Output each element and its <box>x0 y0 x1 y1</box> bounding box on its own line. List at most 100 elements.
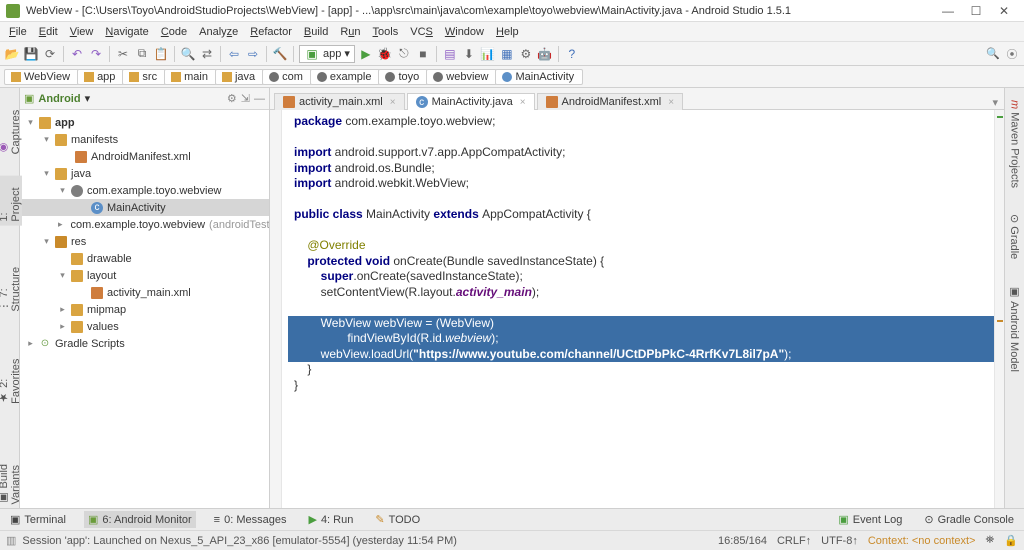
status-encoding[interactable]: UTF-8↑ <box>821 535 858 547</box>
menu-edit[interactable]: Edit <box>34 24 63 40</box>
status-inspections-icon[interactable]: ⛯ <box>985 534 994 547</box>
close-tab-icon[interactable]: × <box>390 97 396 108</box>
editor-tab-main-activity[interactable]: cMainActivity.java× <box>407 93 535 110</box>
tab-build-variants[interactable]: ▣ Build Variants <box>0 426 22 509</box>
close-button[interactable]: ✕ <box>990 4 1018 18</box>
tree-drawable[interactable]: drawable <box>20 250 269 267</box>
attach-icon[interactable]: ⎋ <box>396 46 412 62</box>
project-view-selector[interactable]: Android <box>38 93 80 105</box>
tab-maven[interactable]: m Maven Projects <box>1009 96 1021 192</box>
crumb-webview[interactable]: webview <box>426 69 497 85</box>
menu-build[interactable]: Build <box>299 24 333 40</box>
crumb-project[interactable]: WebView <box>4 69 79 85</box>
forward-icon[interactable]: ⇨ <box>245 46 261 62</box>
replace-icon[interactable]: ⇄ <box>199 46 215 62</box>
redo-icon[interactable]: ↷ <box>88 46 104 62</box>
menu-tools[interactable]: Tools <box>368 24 404 40</box>
menu-refactor[interactable]: Refactor <box>245 24 297 40</box>
editor-tab-activity-main[interactable]: activity_main.xml× <box>274 93 405 110</box>
crumb-main[interactable]: main <box>164 69 217 85</box>
menu-help[interactable]: Help <box>491 24 524 40</box>
android-icon2[interactable]: 🤖 <box>537 46 553 62</box>
status-context[interactable]: Context: <no context> <box>868 535 976 547</box>
run-icon[interactable]: ▶ <box>358 46 374 62</box>
crumb-com[interactable]: com <box>262 69 312 85</box>
tab-captures[interactable]: ◉ Captures <box>0 96 22 158</box>
tab-gradle[interactable]: ⊙ Gradle <box>1008 210 1021 263</box>
debug-icon[interactable]: 🐞 <box>377 46 393 62</box>
tree-pkg1[interactable]: ▾com.example.toyo.webview <box>20 182 269 199</box>
tree-pkg2[interactable]: ▸com.example.toyo.webview (androidTest) <box>20 216 269 233</box>
layout-icon[interactable]: ▦ <box>499 46 515 62</box>
prefs-icon[interactable]: ⦿ <box>1004 46 1020 62</box>
tree-app[interactable]: ▾app <box>20 114 269 131</box>
settings-icon[interactable]: ⚙ <box>227 92 237 105</box>
menu-vcs[interactable]: VCS <box>405 24 438 40</box>
crumb-java[interactable]: java <box>215 69 264 85</box>
menu-navigate[interactable]: Navigate <box>100 24 153 40</box>
tree-manifests[interactable]: ▾manifests <box>20 131 269 148</box>
sdk-icon[interactable]: ⬇ <box>461 46 477 62</box>
tab-messages[interactable]: ≡0: Messages <box>210 512 291 528</box>
menu-analyze[interactable]: Analyze <box>194 24 243 40</box>
tree-mipmap[interactable]: ▸mipmap <box>20 301 269 318</box>
tree-manifest-file[interactable]: AndroidManifest.xml <box>20 148 269 165</box>
tree-main-activity[interactable]: cMainActivity <box>20 199 269 216</box>
editor-tab-manifest[interactable]: AndroidManifest.xml× <box>537 93 684 110</box>
menu-file[interactable]: File <box>4 24 32 40</box>
minimize-button[interactable]: — <box>934 4 962 18</box>
cut-icon[interactable]: ✂ <box>115 46 131 62</box>
status-gutter-icon[interactable]: ▥ <box>6 534 16 547</box>
tree-res[interactable]: ▾res <box>20 233 269 250</box>
undo-icon[interactable]: ↶ <box>69 46 85 62</box>
make-icon[interactable]: 🔨 <box>272 46 288 62</box>
close-tab-icon[interactable]: × <box>520 97 526 108</box>
back-icon[interactable]: ⇦ <box>226 46 242 62</box>
maximize-button[interactable]: ☐ <box>962 4 990 18</box>
chevron-down-icon[interactable]: ▾ <box>986 96 1004 109</box>
copy-icon[interactable]: ⧉ <box>134 46 150 62</box>
stop-icon[interactable]: ■ <box>415 46 431 62</box>
tree-gradle-scripts[interactable]: ▸⊙Gradle Scripts <box>20 335 269 352</box>
settings-icon[interactable]: ⚙ <box>518 46 534 62</box>
collapse-icon[interactable]: ⇲ <box>241 92 250 105</box>
tab-gradle-console[interactable]: ⊙Gradle Console <box>920 511 1018 528</box>
monitor-icon[interactable]: 📊 <box>480 46 496 62</box>
menu-code[interactable]: Code <box>156 24 192 40</box>
lock-icon[interactable]: 🔒 <box>1004 534 1018 547</box>
tab-android-monitor[interactable]: ▣6: Android Monitor <box>84 511 196 528</box>
crumb-app[interactable]: app <box>77 69 124 85</box>
menu-window[interactable]: Window <box>440 24 489 40</box>
help-icon[interactable]: ? <box>564 46 580 62</box>
tab-android-model[interactable]: ▣ Android Model <box>1008 281 1021 376</box>
crumb-example[interactable]: example <box>310 69 381 85</box>
status-line-separator[interactable]: CRLF↑ <box>777 535 811 547</box>
crumb-toyo[interactable]: toyo <box>378 69 428 85</box>
find-icon[interactable]: 🔍 <box>180 46 196 62</box>
sync-icon[interactable]: ⟳ <box>42 46 58 62</box>
menu-view[interactable]: View <box>65 24 99 40</box>
project-tree[interactable]: ▾app ▾manifests AndroidManifest.xml ▾jav… <box>20 110 269 508</box>
crumb-src[interactable]: src <box>122 69 166 85</box>
tab-favorites[interactable]: ★ 2: Favorites <box>0 334 22 408</box>
open-icon[interactable]: 📂 <box>4 46 20 62</box>
tab-event-log[interactable]: ▣Event Log <box>834 511 906 528</box>
search-everywhere-icon[interactable]: 🔍 <box>985 46 1001 62</box>
code-editor[interactable]: package com.example.toyo.webview; import… <box>270 110 1004 508</box>
tree-activity-main[interactable]: activity_main.xml <box>20 284 269 301</box>
status-position[interactable]: 16:85/164 <box>718 535 767 547</box>
tab-todo[interactable]: ✎TODO <box>371 511 424 528</box>
tab-terminal[interactable]: ▣Terminal <box>6 511 70 528</box>
tab-run[interactable]: ▶4: Run <box>304 511 357 528</box>
tab-project[interactable]: 1: Project <box>0 176 22 226</box>
tree-values[interactable]: ▸values <box>20 318 269 335</box>
hide-icon[interactable]: — <box>254 93 265 105</box>
close-tab-icon[interactable]: × <box>668 97 674 108</box>
avd-icon[interactable]: ▤ <box>442 46 458 62</box>
paste-icon[interactable]: 📋 <box>153 46 169 62</box>
menu-run[interactable]: Run <box>335 24 365 40</box>
tree-layout[interactable]: ▾layout <box>20 267 269 284</box>
save-icon[interactable]: 💾 <box>23 46 39 62</box>
run-config-combo[interactable]: ▣ app ▾ <box>299 45 355 63</box>
tab-structure[interactable]: ⋮ 7: Structure <box>0 244 22 316</box>
